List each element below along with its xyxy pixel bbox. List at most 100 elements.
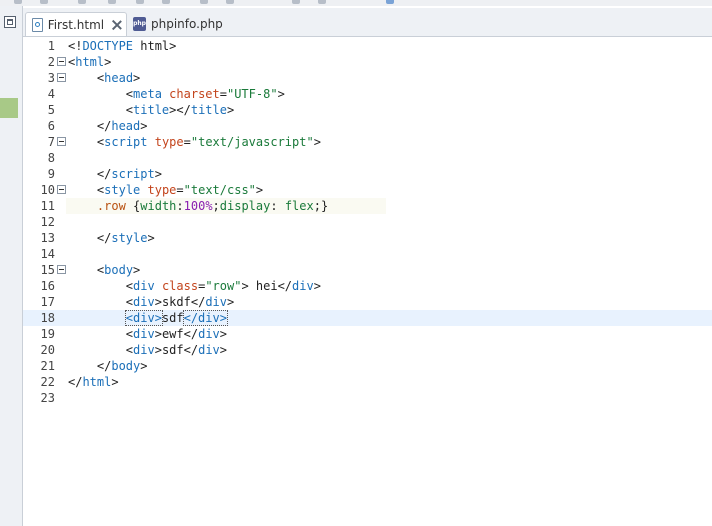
toolbar-button[interactable] <box>136 0 144 4</box>
code-text: <title></title> <box>68 102 234 118</box>
code-token: "text/javascript" <box>190 135 314 149</box>
line-number: 12 <box>40 215 55 229</box>
line-number: 3 <box>47 71 55 85</box>
code-token: < <box>125 295 134 309</box>
code-text: </style> <box>68 230 155 246</box>
code-line[interactable]: 19 <div>ewf</div> <box>23 326 712 342</box>
code-line[interactable]: 22 </html> <box>23 374 712 390</box>
code-line[interactable]: 1 <!DOCTYPE html> <box>23 38 712 54</box>
line-number: 19 <box>40 327 55 341</box>
code-token: script <box>104 135 148 149</box>
code-line[interactable]: 13 </style> <box>23 230 712 246</box>
code-token: sdf <box>161 343 184 357</box>
close-icon[interactable] <box>112 20 120 30</box>
code-token: body <box>111 359 141 373</box>
code-line[interactable]: 15 <body> <box>23 262 712 278</box>
toolbar-button[interactable] <box>108 0 116 4</box>
code-text: <html> <box>68 54 111 70</box>
toolbar-button[interactable] <box>292 0 300 4</box>
code-token: .row <box>96 199 126 213</box>
code-token: > <box>169 39 177 53</box>
code-token: > <box>154 167 162 181</box>
fold-toggle-icon[interactable] <box>57 73 66 82</box>
line-number: 13 <box>40 231 55 245</box>
code-line[interactable]: 2 <html> <box>23 54 712 70</box>
line-number: 14 <box>40 247 55 261</box>
code-line[interactable]: 5 <title></title> <box>23 102 712 118</box>
fold-toggle-icon[interactable] <box>57 265 66 274</box>
code-text: </body> <box>68 358 148 374</box>
toolbar-button[interactable] <box>78 0 86 4</box>
code-line[interactable]: 10 <style type="text/css"> <box>23 182 712 198</box>
code-line[interactable]: 11 .row {width:100%;display: flex;} <box>23 198 712 214</box>
code-token: > <box>104 55 112 69</box>
code-editor[interactable]: 1 <!DOCTYPE html> 2 <html> 3 <head> 4 <meta c… <box>23 37 712 526</box>
code-token: flex <box>284 199 314 213</box>
code-line[interactable]: 16 <div class="row"> hei</div> <box>23 278 712 294</box>
code-text: <!DOCTYPE html> <box>68 38 176 54</box>
toolbar-button[interactable] <box>14 0 22 4</box>
code-token: html <box>133 39 170 53</box>
toolbar-button[interactable] <box>386 0 394 4</box>
tab-phpinfo-php[interactable]: php phpinfo.php <box>127 12 247 36</box>
tab-first-html[interactable]: First.html <box>25 12 127 36</box>
code-text: <script type="text/javascript"> <box>68 134 321 150</box>
fold-toggle-icon[interactable] <box>57 185 66 194</box>
code-token: div <box>133 343 155 357</box>
code-line[interactable]: 23 <box>23 390 712 406</box>
line-number: 17 <box>40 295 55 309</box>
code-line[interactable]: 12 <box>23 214 712 230</box>
code-line[interactable]: 6 </head> <box>23 118 712 134</box>
code-token: ></ <box>169 103 191 117</box>
code-token: > <box>226 103 235 117</box>
code-line[interactable]: 9 </script> <box>23 166 712 182</box>
code-text: </head> <box>68 118 148 134</box>
code-text: <div class="row"> hei</div> <box>68 278 321 294</box>
code-token: div <box>292 279 314 293</box>
code-line[interactable]: 21 </body> <box>23 358 712 374</box>
code-line[interactable]: 8 <box>23 150 712 166</box>
code-line[interactable]: 14 <box>23 246 712 262</box>
code-line[interactable]: 3 <head> <box>23 70 712 86</box>
code-line[interactable]: 18 <div>sdf</div> <box>23 310 712 326</box>
fold-toggle-icon[interactable] <box>57 57 66 66</box>
code-token: > <box>313 135 321 149</box>
code-token: < <box>125 343 134 357</box>
code-line[interactable]: 4 <meta charset="UTF-8"> <box>23 86 712 102</box>
code-text: </script> <box>68 166 162 182</box>
line-number: 11 <box>40 199 55 213</box>
code-token: meta <box>133 87 162 101</box>
toolbar-button[interactable] <box>40 0 48 4</box>
toolbar-button[interactable] <box>162 0 170 4</box>
toolbar-button[interactable] <box>226 0 234 4</box>
code-token: width <box>140 199 177 213</box>
toolbar-button[interactable] <box>200 0 208 4</box>
code-line[interactable]: 17 <div>skdf</div> <box>23 294 712 310</box>
line-number: 1 <box>47 39 55 53</box>
code-token: ewf <box>161 327 184 341</box>
code-line[interactable]: 7 <script type="text/javascript"> <box>23 134 712 150</box>
code-token: > <box>111 375 119 389</box>
restore-view-icon[interactable] <box>4 16 16 28</box>
line-number: 8 <box>47 151 55 165</box>
code-token: > <box>140 359 148 373</box>
code-token: head <box>111 119 141 133</box>
toolbar-button[interactable] <box>318 0 326 4</box>
fold-toggle-icon[interactable] <box>57 137 66 146</box>
code-token: sdf <box>161 311 184 325</box>
code-token: "text/css" <box>183 183 256 197</box>
code-token: < <box>125 327 134 341</box>
code-token: } <box>320 199 329 213</box>
code-line[interactable]: 20 <div>sdf</div> <box>23 342 712 358</box>
